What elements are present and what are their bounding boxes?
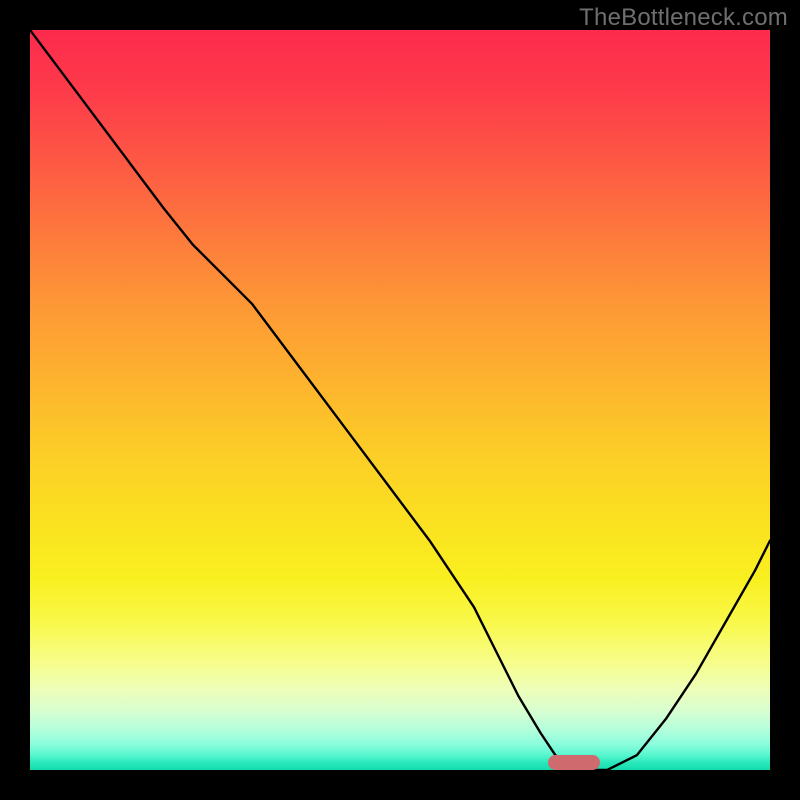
bottleneck-curve — [30, 30, 770, 770]
optimal-marker — [548, 755, 600, 770]
plot-area — [30, 30, 770, 770]
curve-layer — [30, 30, 770, 770]
watermark-text: TheBottleneck.com — [579, 4, 788, 32]
chart-frame: TheBottleneck.com — [0, 0, 800, 800]
